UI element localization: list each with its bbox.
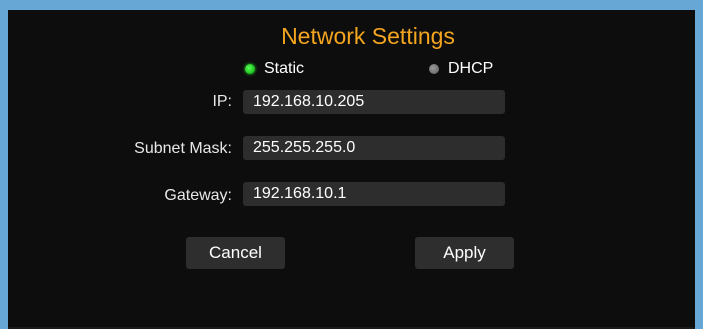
gateway-field[interactable]: 192.168.10.1 <box>243 182 505 206</box>
radio-dhcp[interactable]: DHCP <box>429 60 493 78</box>
ip-label: IP: <box>212 93 232 110</box>
network-settings-panel: Network Settings Static DHCP IP: 192.168… <box>8 10 695 329</box>
ip-field[interactable]: 192.168.10.205 <box>243 90 505 114</box>
subnet-mask-field[interactable]: 255.255.255.0 <box>243 136 505 160</box>
radio-selected-icon <box>245 64 255 74</box>
apply-button[interactable]: Apply <box>415 237 514 269</box>
radio-unselected-icon <box>429 64 439 74</box>
radio-dhcp-label: DHCP <box>448 60 494 77</box>
radio-static[interactable]: Static <box>245 60 304 78</box>
window-frame: Network Settings Static DHCP IP: 192.168… <box>0 0 703 329</box>
gateway-label: Gateway: <box>164 187 232 204</box>
radio-static-label: Static <box>264 60 305 77</box>
subnet-mask-label: Subnet Mask: <box>134 140 232 157</box>
panel-title: Network Settings <box>281 23 455 49</box>
cancel-button[interactable]: Cancel <box>186 237 285 269</box>
